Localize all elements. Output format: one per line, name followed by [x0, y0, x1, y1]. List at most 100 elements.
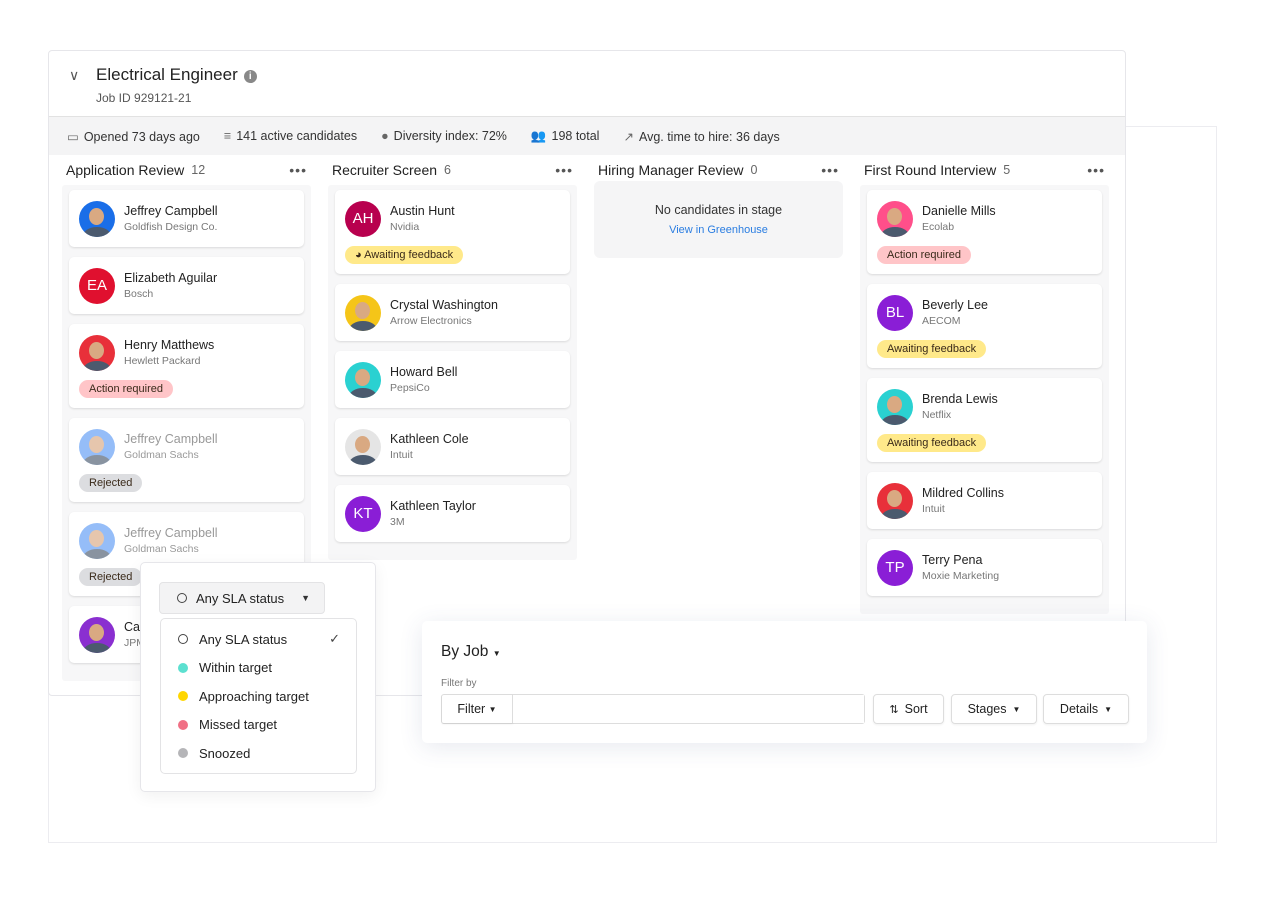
avatar: [877, 200, 913, 237]
empty-circle-icon: [177, 593, 187, 603]
stage-column: First Round Interview 5 ••• Danielle Mills E…: [860, 155, 1109, 614]
sla-options-list: Any SLA status ✓ Within target Approaching …: [160, 618, 357, 774]
candidate-company: PepsiCo: [390, 382, 430, 394]
stage-title: Recruiter Screen: [332, 162, 438, 178]
job-title: Electrical Engineer: [96, 65, 238, 84]
candidate-name: Terry Pena: [922, 553, 983, 567]
stage-cards: AH Austin Hunt Nvidia ◕ Awaiting feedback Cr…: [328, 185, 577, 560]
candidate-card[interactable]: TP Terry Pena Moxie Marketing: [867, 539, 1102, 596]
avatar-photo-body: [349, 320, 377, 331]
status-badge: Action required: [79, 380, 173, 398]
candidate-card[interactable]: BL Beverly Lee AECOM Awaiting feedback: [867, 284, 1102, 368]
stage-count: 0: [750, 163, 758, 177]
diversity-icon: ●: [381, 129, 389, 143]
candidate-card[interactable]: KT Kathleen Taylor 3M: [335, 485, 570, 542]
avatar: [79, 334, 115, 371]
avatar: [877, 388, 913, 425]
status-dot-icon: [178, 719, 188, 730]
stat-item: ▭ Opened 73 days ago: [67, 129, 200, 144]
candidate-name: Jeffrey Campbell: [124, 526, 218, 540]
status-badge-label: Action required: [89, 383, 163, 395]
candidate-company: Netflix: [922, 409, 952, 421]
sla-option[interactable]: Missed target: [161, 711, 356, 740]
avatar-photo-head: [89, 623, 104, 641]
job-header: ∨ Electrical Engineer i Job ID 929121-21: [49, 51, 1125, 117]
trend-icon: ↗: [623, 129, 634, 144]
status-dot-icon: [178, 662, 188, 673]
status-dot-icon: [178, 691, 188, 702]
candidate-card[interactable]: Crystal Washington Arrow Electronics: [335, 284, 570, 341]
status-badge: Rejected: [79, 568, 143, 586]
candidate-card[interactable]: Kathleen Cole Intuit: [335, 418, 570, 475]
candidate-info: Terry Pena Moxie Marketing: [922, 553, 999, 582]
sort-button[interactable]: ⇅ Sort: [873, 694, 944, 724]
stat-label: Avg. time to hire: 36 days: [638, 129, 780, 144]
details-dropdown[interactable]: Details ▼: [1043, 694, 1129, 724]
caret-down-icon: ▼: [301, 593, 310, 603]
sort-label: Sort: [904, 702, 928, 716]
candidate-card[interactable]: Brenda Lewis Netflix Awaiting feedback: [867, 378, 1102, 462]
candidate-name: Jeffrey Campbell: [124, 204, 218, 218]
more-options-icon[interactable]: •••: [821, 162, 839, 178]
stage-title: Application Review: [66, 162, 185, 178]
empty-stage: No candidates in stage View in Greenhouse: [594, 181, 843, 258]
sort-icon: ⇅: [889, 703, 899, 716]
more-options-icon[interactable]: •••: [555, 162, 573, 178]
stage-title: First Round Interview: [864, 162, 997, 178]
sla-status-dropdown[interactable]: Any SLA status ▼: [159, 582, 325, 614]
avatar-photo-body: [881, 508, 909, 519]
sla-option-label: Missed target: [199, 717, 278, 733]
view-in-greenhouse-link[interactable]: View in Greenhouse: [594, 224, 843, 236]
status-badge-label: Rejected: [89, 571, 133, 583]
collapse-chevron-icon[interactable]: ∨: [69, 67, 79, 84]
candidate-name: Kathleen Taylor: [390, 499, 476, 513]
avatar-photo-head: [355, 301, 370, 319]
avatar: [345, 294, 381, 331]
avatar-photo-body: [83, 226, 111, 237]
status-badge: Rejected: [79, 474, 143, 492]
info-icon[interactable]: i: [243, 70, 257, 83]
stat-label: Diversity index: 72%: [393, 129, 507, 143]
sla-option[interactable]: Snoozed: [161, 739, 356, 768]
candidate-info: Howard Bell PepsiCo: [390, 365, 457, 394]
candidate-card[interactable]: Jeffrey Campbell Goldfish Design Co.: [69, 190, 304, 247]
stages-dropdown[interactable]: Stages ▼: [951, 694, 1037, 724]
candidate-card[interactable]: Jeffrey Campbell Goldman Sachs Rejected: [69, 418, 304, 502]
by-job-dropdown[interactable]: By Job ▼: [441, 643, 501, 661]
sla-option[interactable]: Any SLA status ✓: [161, 625, 356, 654]
empty-message: No candidates in stage: [654, 203, 783, 217]
sla-selected: Any SLA status: [196, 590, 285, 606]
candidate-card[interactable]: Howard Bell PepsiCo: [335, 351, 570, 408]
stat-item: ↗ Avg. time to hire: 36 days: [623, 129, 779, 144]
more-options-icon[interactable]: •••: [289, 162, 307, 178]
candidate-card[interactable]: AH Austin Hunt Nvidia ◕ Awaiting feedback: [335, 190, 570, 274]
more-options-icon[interactable]: •••: [1087, 162, 1105, 178]
status-badge: Awaiting feedback: [877, 340, 987, 358]
candidate-info: Mildred Collins Intuit: [922, 486, 1004, 515]
stage-header: Application Review 12 •••: [62, 155, 311, 185]
check-icon: ✓: [329, 631, 340, 647]
candidate-info: Danielle Mills Ecolab: [922, 204, 996, 233]
filter-input[interactable]: [513, 695, 864, 723]
job-title-row: Electrical Engineer i: [96, 65, 257, 85]
candidate-company: Ecolab: [922, 221, 955, 233]
status-badge: ◕ Awaiting feedback: [345, 246, 464, 264]
stage-column: Recruiter Screen 6 ••• AH Austin Hunt Nvidia ◕…: [328, 155, 577, 560]
status-dot-icon: [178, 748, 188, 759]
candidate-card[interactable]: Mildred Collins Intuit: [867, 472, 1102, 529]
candidate-card[interactable]: Danielle Mills Ecolab Action required: [867, 190, 1102, 274]
filter-dropdown[interactable]: Filter ▼: [442, 695, 513, 723]
candidate-card[interactable]: EA Elizabeth Aguilar Bosch: [69, 257, 304, 314]
sla-option[interactable]: Within target: [161, 654, 356, 683]
candidate-name: Mildred Collins: [922, 486, 1004, 500]
avatar: BL: [877, 294, 913, 331]
sla-option-label: Approaching target: [199, 688, 309, 704]
stage-count: 5: [1003, 163, 1011, 177]
caret-down-icon: ▼: [1012, 704, 1021, 714]
candidate-info: Austin Hunt Nvidia: [390, 204, 455, 233]
stat-item: ≡ 141 active candidates: [224, 129, 357, 143]
sla-option[interactable]: Approaching target: [161, 682, 356, 711]
candidate-company: 3M: [390, 516, 405, 528]
candidate-card[interactable]: Henry Matthews Hewlett Packard Action requ…: [69, 324, 304, 408]
avatar-photo-body: [83, 360, 111, 371]
